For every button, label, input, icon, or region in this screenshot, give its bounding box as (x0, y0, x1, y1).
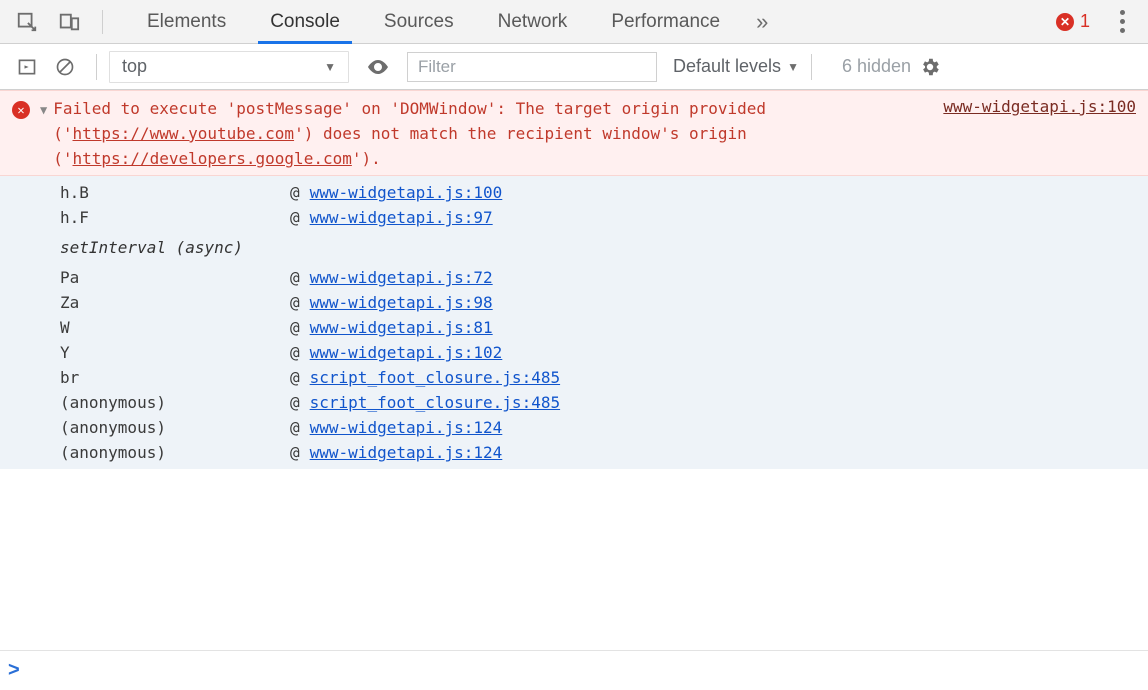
stack-frame-function: br (60, 368, 290, 387)
filter-input[interactable] (407, 52, 657, 82)
stack-frame-at: @ (290, 208, 300, 227)
stack-frame: Y@ www-widgetapi.js:102 (0, 340, 1148, 365)
tab-sources[interactable]: Sources (362, 0, 476, 43)
hidden-messages-count: 6 hidden (842, 56, 911, 77)
stack-async-separator: setInterval (async) (0, 230, 1148, 265)
stack-frame: (anonymous)@ script_foot_closure.js:485 (0, 390, 1148, 415)
tabs-overflow[interactable]: » (742, 0, 782, 43)
live-expression-icon[interactable] (363, 52, 393, 82)
console-prompt: > (0, 650, 1148, 690)
error-message: ✕ ▼ Failed to execute 'postMessage' on '… (0, 90, 1148, 176)
show-drawer-icon[interactable] (12, 52, 42, 82)
stack-frame: br@ script_foot_closure.js:485 (0, 365, 1148, 390)
stack-frame: h.F@ www-widgetapi.js:97 (0, 205, 1148, 230)
stack-frame-at: @ (290, 343, 300, 362)
disclosure-triangle-icon[interactable]: ▼ (40, 103, 47, 117)
menu-icon[interactable] (1110, 10, 1134, 33)
devtools-tabbar: Elements Console Sources Network Perform… (0, 0, 1148, 44)
stack-frame-location-link[interactable]: www-widgetapi.js:102 (310, 343, 503, 362)
stack-frame: Za@ www-widgetapi.js:98 (0, 290, 1148, 315)
stack-frame-at: @ (290, 443, 300, 462)
clear-console-icon[interactable] (50, 52, 80, 82)
stack-frame-location-link[interactable]: www-widgetapi.js:124 (310, 418, 503, 437)
device-toggle-icon[interactable] (54, 7, 84, 37)
tab-network[interactable]: Network (476, 0, 590, 43)
log-levels-selector[interactable]: Default levels ▼ (673, 56, 799, 77)
divider (96, 54, 97, 80)
stack-frame-at: @ (290, 268, 300, 287)
error-counter[interactable]: ✕ 1 (1056, 11, 1090, 32)
inspect-icon[interactable] (12, 7, 42, 37)
console-input[interactable] (28, 660, 1140, 681)
stack-frame-function: h.F (60, 208, 290, 227)
stack-frame: Pa@ www-widgetapi.js:72 (0, 265, 1148, 290)
stack-frame-function: (anonymous) (60, 443, 290, 462)
tab-performance[interactable]: Performance (589, 0, 742, 43)
stack-frame-function: Y (60, 343, 290, 362)
stack-trace: h.B@www-widgetapi.js:100h.F@www-widgetap… (0, 176, 1148, 469)
stack-frame: (anonymous)@ www-widgetapi.js:124 (0, 415, 1148, 440)
divider (811, 54, 812, 80)
error-link-origin1[interactable]: https://www.youtube.com (73, 124, 295, 143)
stack-frame-location-link[interactable]: www-widgetapi.js:98 (310, 293, 493, 312)
stack-frame-at: @ (290, 318, 300, 337)
stack-frame-function: h.B (60, 183, 290, 202)
stack-frame-location-link[interactable]: www-widgetapi.js:81 (310, 318, 493, 337)
console-messages: ✕ ▼ Failed to execute 'postMessage' on '… (0, 90, 1148, 650)
tab-elements[interactable]: Elements (125, 0, 248, 43)
stack-frame-at: @ (290, 418, 300, 437)
stack-frame-location-link[interactable]: www-widgetapi.js:72 (310, 268, 493, 287)
stack-frame-at: @ (290, 183, 300, 202)
panel-tabs: Elements Console Sources Network Perform… (125, 0, 782, 43)
stack-frame-at: @ (290, 293, 300, 312)
stack-frame-function: (anonymous) (60, 418, 290, 437)
prompt-caret-icon: > (8, 659, 20, 682)
stack-frame-location-link[interactable]: script_foot_closure.js:485 (310, 368, 560, 387)
stack-frame-at: @ (290, 393, 300, 412)
error-link-origin2[interactable]: https://developers.google.com (73, 149, 352, 168)
stack-frame-location-link[interactable]: www-widgetapi.js:100 (310, 183, 503, 202)
chevron-down-icon: ▼ (324, 60, 336, 74)
stack-frame-at: @ (290, 368, 300, 387)
stack-frame: W@ www-widgetapi.js:81 (0, 315, 1148, 340)
stack-frame-function: Za (60, 293, 290, 312)
stack-frame-function: W (60, 318, 290, 337)
stack-frame-location-link[interactable]: script_foot_closure.js:485 (310, 393, 560, 412)
chevron-down-icon: ▼ (787, 60, 799, 74)
log-levels-label: Default levels (673, 56, 781, 77)
stack-frame: h.B@ www-widgetapi.js:100 (0, 180, 1148, 205)
error-count-value: 1 (1080, 11, 1090, 32)
stack-frame-location-link[interactable]: www-widgetapi.js:124 (310, 443, 503, 462)
context-selector-label: top (122, 56, 147, 77)
stack-frame-function: Pa (60, 268, 290, 287)
error-source-link[interactable]: www-widgetapi.js:100 (943, 97, 1136, 116)
error-icon: ✕ (12, 101, 30, 119)
gear-icon[interactable] (915, 52, 945, 82)
stack-frame-function: (anonymous) (60, 393, 290, 412)
context-selector[interactable]: top ▼ (109, 51, 349, 83)
divider (102, 10, 103, 34)
console-toolbar: top ▼ Default levels ▼ 6 hidden (0, 44, 1148, 90)
stack-frame-location-link[interactable]: www-widgetapi.js:97 (310, 208, 493, 227)
error-text: Failed to execute 'postMessage' on 'DOMW… (53, 97, 919, 171)
error-badge-icon: ✕ (1056, 13, 1074, 31)
stack-frame: (anonymous)@ www-widgetapi.js:124 (0, 440, 1148, 465)
tab-console[interactable]: Console (248, 0, 362, 43)
